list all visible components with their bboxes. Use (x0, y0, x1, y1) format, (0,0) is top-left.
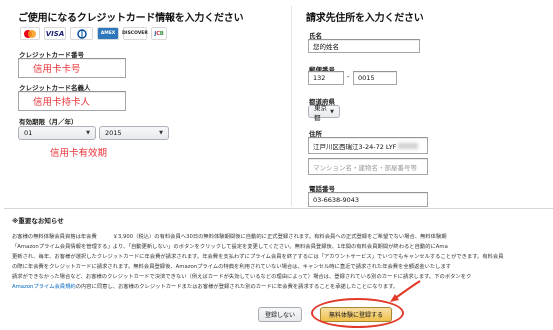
notice-line: 「Amazonプライム会員情報を管理する」より、「自動更新しない」のボタンをクリ… (12, 244, 448, 250)
expiry-annotation: 信用卡有效期 (50, 148, 108, 159)
chevron-down-icon: ▼ (330, 108, 334, 115)
name-input[interactable]: 您的姓名 (308, 39, 420, 53)
notice-title: ※重要なお知らせ (12, 217, 64, 225)
column-divider (291, 6, 292, 206)
card-name-input[interactable]: 信用卡持卡人 (18, 91, 126, 111)
address2-input[interactable]: マンション名・建物名・部屋番号等 (308, 158, 428, 175)
notice-line: の際に年会費をクレジットカードに請求されます。無料会員登録後、Amazonプライ… (12, 264, 452, 270)
expiry-year-value: 2015 (105, 129, 122, 137)
prefecture-value: 東京都 (314, 103, 327, 122)
mastercard-icon (20, 27, 40, 40)
notice-line: 請求ができなかった場合など、お客様のクレジットカードで決済できない（例えばカード… (12, 274, 472, 280)
notice-line-rest: の内容に同意し、お客様のクレジットカードまたはお客様が登録された別のカードに年会… (75, 284, 399, 290)
zip-separator: - (347, 73, 350, 81)
prefecture-select[interactable]: 東京都 ▼ (308, 104, 340, 122)
expiry-month-value: 01 (24, 129, 33, 137)
prime-terms-link[interactable]: Amazonプライム会員規約 (12, 284, 76, 290)
card-name-annotation: 信用卡持卡人 (33, 97, 91, 108)
address-input[interactable]: 江戸川区西瑞江3-24-72 LYF (308, 137, 428, 154)
expiry-year-select[interactable]: 2015 ▼ (99, 126, 169, 140)
do-not-register-button[interactable]: 登録しない (258, 307, 302, 322)
visa-icon: VISA (44, 27, 66, 40)
chevron-down-icon: ▼ (159, 130, 163, 136)
discover-icon: DISCOVER (122, 27, 148, 40)
annotation-arrow-icon (390, 280, 421, 302)
billing-heading: 請求先住所を入力ください (306, 13, 424, 24)
notice-line-last: Amazonプライム会員規約の内容に同意し、お客様のクレジットカードまたはお客様… (12, 282, 552, 290)
diners-icon (70, 27, 93, 40)
address-value: 江戸川区西瑞江3-24-72 LYF (313, 142, 397, 151)
zip-second-input[interactable]: 0015 (353, 71, 397, 85)
phone-input[interactable]: 03-6638-9043 (308, 192, 428, 207)
expiry-month-select[interactable]: 01 ▼ (18, 126, 96, 140)
notice-line: お客様の無料体験会員資格は年会費 ￥3,900（税込）の有料会員へ30日の無料体… (12, 234, 447, 240)
expiry-label: 有効期限（月／年） (19, 118, 78, 126)
amex-icon: AMEX (97, 27, 119, 40)
payment-heading: ご使用になるクレジットカード情報を入力ください (18, 13, 244, 24)
zip-first-input[interactable]: 132 (308, 71, 344, 85)
jcb-icon: JCB (151, 27, 167, 40)
card-number-annotation: 信用卡卡号 (33, 64, 81, 75)
redacted-address (398, 142, 419, 149)
chevron-down-icon: ▼ (86, 130, 90, 136)
notice-line: 更新され、毎年、お客様が選択したクレジットカードに年会費が請求されます。年会費を… (12, 254, 504, 260)
card-number-input[interactable]: 信用卡卡号 (18, 58, 126, 78)
